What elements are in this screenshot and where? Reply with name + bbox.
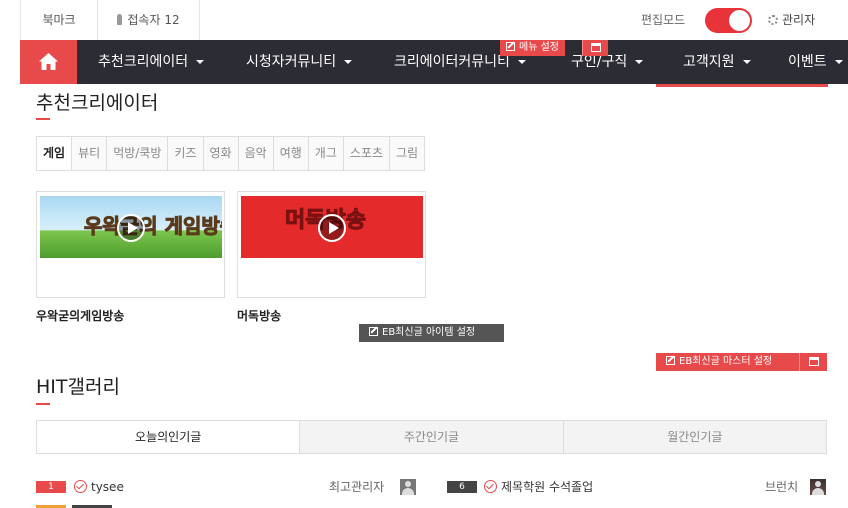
admin-strip — [656, 84, 828, 87]
tab-beauty[interactable]: 뷰티 — [72, 137, 108, 170]
title-underline — [36, 118, 50, 120]
tab-comedy[interactable]: 개그 — [308, 137, 344, 170]
chevron-down-icon — [635, 60, 644, 64]
list-item[interactable]: 6 제목학원 수석졸업 브런치 — [447, 479, 827, 495]
nav-label: 고객지원 — [683, 54, 735, 70]
nav-label: 추천크리에이터 — [98, 54, 189, 70]
nav-item-support[interactable]: 고객지원 — [683, 40, 751, 84]
video-thumbnail[interactable]: 머독방송 — [241, 196, 423, 258]
chevron-down-icon — [742, 60, 751, 64]
person-icon — [117, 14, 123, 25]
category-tabs: 게임 뷰티 먹방/쿡방 키즈 영화 음악 여행 개그 스포츠 그림 — [36, 136, 426, 171]
edit-mode-label: 편집모드 — [641, 13, 686, 27]
admin-label: 관리자 — [782, 13, 816, 27]
list-item[interactable]: 1 tysee 최고관리자 — [36, 479, 418, 495]
tab-music[interactable]: 음악 — [238, 137, 274, 170]
rank-badge: 6 — [447, 481, 477, 493]
edit-icon — [666, 356, 675, 365]
item-setting-label: EB최신글 아이템 설정 — [382, 327, 476, 338]
visitor-count-label: 접속자 12 — [127, 13, 180, 27]
nav-item-recommended-creators[interactable]: 추천크리에이터 — [98, 40, 205, 84]
tab-movie[interactable]: 영화 — [203, 137, 239, 170]
top-bar: 북마크 접속자 12 편집모드 관리자 — [0, 0, 848, 40]
tab-travel[interactable]: 여행 — [273, 137, 309, 170]
nav-item-events[interactable]: 이벤트 — [788, 40, 843, 84]
nav-label: 구인/구직 — [571, 54, 628, 70]
nav-label: 크리에이터커뮤니티 — [394, 54, 510, 70]
master-setting-label: EB최신글 마스터 설정 — [679, 356, 773, 367]
edit-mode-toggle[interactable] — [705, 8, 752, 33]
tab-monthly-popular[interactable]: 월간인기글 — [562, 421, 826, 453]
menu-setting-button[interactable]: 메뉴 설정 — [500, 40, 565, 56]
menu-window-button[interactable] — [582, 40, 608, 56]
creators-title: 추천크리에이터 — [36, 92, 159, 114]
video-thumbnail[interactable]: 우왁굳의 게임방송 — [40, 196, 222, 258]
video-card[interactable]: 우왁굳의 게임방송 — [36, 191, 225, 298]
video-title[interactable]: 머독방송 — [237, 307, 281, 324]
tab-game[interactable]: 게임 — [37, 137, 73, 170]
chevron-down-icon — [834, 60, 843, 64]
gallery-title: HIT갤러리 — [36, 376, 120, 398]
chevron-down-icon — [344, 60, 353, 64]
window-icon — [591, 43, 601, 52]
rank-badge: 1 — [36, 481, 66, 493]
play-icon[interactable] — [318, 214, 346, 242]
nav-item-viewer-community[interactable]: 시청자커뮤니티 — [246, 40, 353, 84]
menu-setting-label: 메뉴 설정 — [519, 42, 559, 53]
tab-sports[interactable]: 스포츠 — [343, 137, 390, 170]
master-setting-button[interactable]: EB최신글 마스터 설정 — [656, 353, 799, 371]
visitor-count[interactable]: 접속자 12 — [98, 0, 200, 40]
post-title[interactable]: 제목학원 수석졸업 — [501, 479, 593, 495]
main-nav: 추천크리에이터 시청자커뮤니티 크리에이터커뮤니티 구인/구직 고객지원 이벤트… — [20, 40, 848, 84]
post-author[interactable]: 최고관리자 — [329, 479, 384, 495]
admin-link[interactable]: 관리자 — [768, 0, 815, 40]
chevron-down-icon — [517, 60, 526, 64]
video-card[interactable]: 머독방송 — [237, 191, 426, 298]
gear-icon — [768, 15, 778, 25]
gallery-tabs: 오늘의인기글 주간인기글 월간인기글 — [36, 420, 827, 454]
edit-icon — [369, 327, 378, 336]
tab-today-popular[interactable]: 오늘의인기글 — [37, 421, 300, 453]
check-icon — [74, 480, 87, 493]
avatar — [400, 479, 416, 495]
home-icon — [39, 53, 58, 70]
toggle-knob — [729, 10, 750, 31]
video-title[interactable]: 우왁굳의게임방송 — [36, 307, 124, 324]
tab-weekly-popular[interactable]: 주간인기글 — [299, 421, 563, 453]
edit-icon — [506, 42, 515, 51]
bookmark-link[interactable]: 북마크 — [20, 0, 98, 40]
chevron-down-icon — [196, 60, 205, 64]
home-button[interactable] — [20, 40, 77, 84]
title-underline — [36, 403, 50, 405]
nav-label: 이벤트 — [788, 54, 827, 70]
thumbnail-text: 우왁굳의 게임방송 — [83, 214, 222, 239]
nav-label: 시청자커뮤니티 — [246, 54, 337, 70]
tab-kids[interactable]: 키즈 — [168, 137, 204, 170]
window-icon — [809, 357, 819, 366]
item-setting-button[interactable]: EB최신글 아이템 설정 — [359, 324, 504, 342]
tab-mukbang[interactable]: 먹방/쿡방 — [107, 137, 169, 170]
master-window-button[interactable] — [799, 353, 827, 371]
tab-drawing[interactable]: 그림 — [390, 137, 425, 170]
list-item[interactable] — [36, 503, 418, 508]
post-title[interactable]: tysee — [91, 479, 124, 495]
play-icon[interactable] — [117, 214, 145, 242]
check-icon — [484, 480, 497, 493]
avatar — [810, 479, 826, 495]
post-author[interactable]: 브런치 — [765, 479, 798, 495]
